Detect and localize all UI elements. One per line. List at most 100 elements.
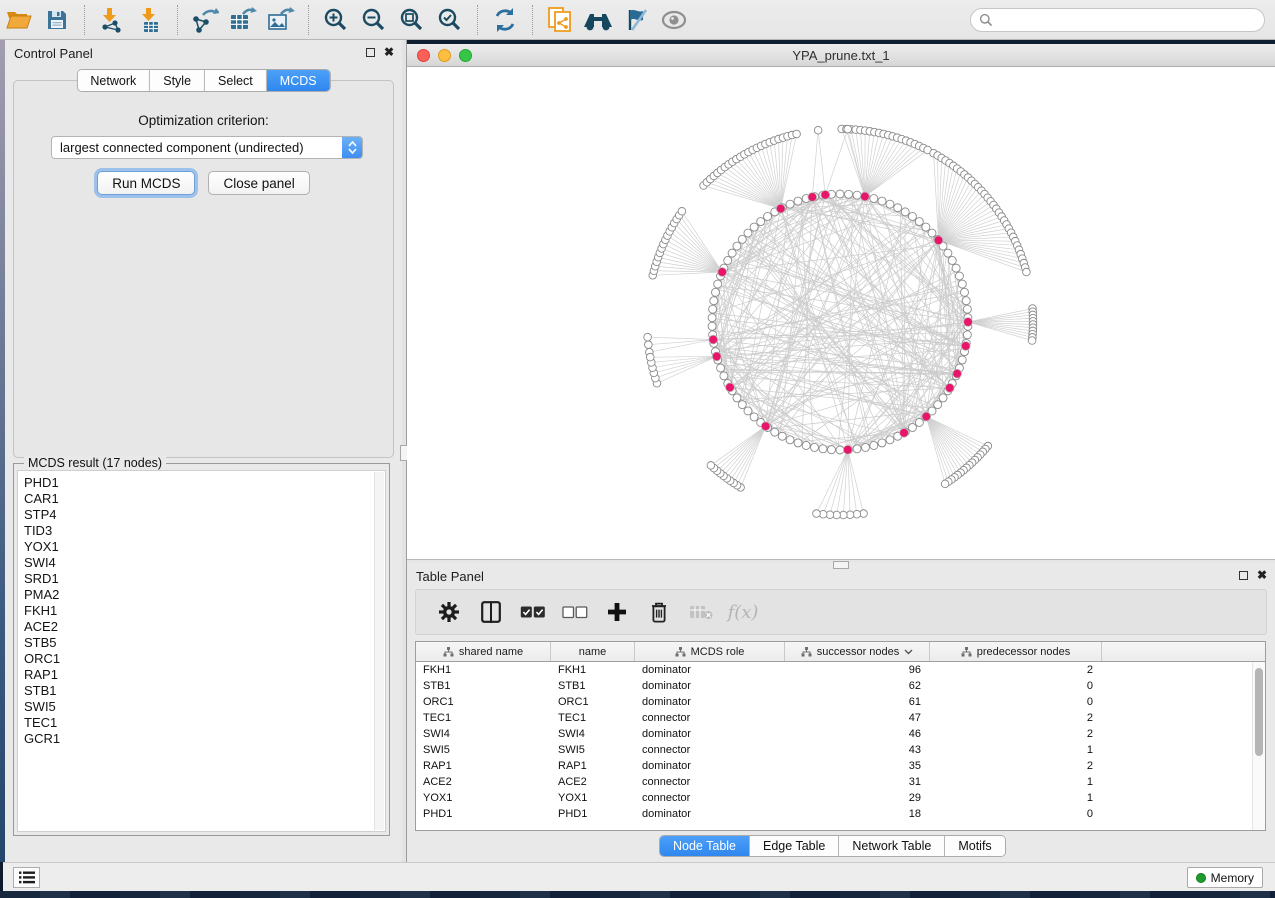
splitter-handle[interactable]	[833, 561, 849, 569]
network-leaf-node[interactable]	[678, 207, 686, 215]
network-node[interactable]	[757, 218, 765, 226]
network-hub-node[interactable]	[808, 193, 817, 202]
network-node[interactable]	[771, 428, 779, 436]
mcds-result-list[interactable]: PHD1CAR1STP4TID3YOX1SWI4SRD1PMA2FKH1ACE2…	[17, 470, 386, 832]
network-node[interactable]	[819, 445, 827, 453]
network-node[interactable]	[709, 305, 717, 313]
mcds-result-item[interactable]: STB1	[24, 683, 385, 699]
export-network-icon[interactable]	[190, 5, 220, 35]
mcds-result-item[interactable]: GCR1	[24, 731, 385, 747]
table-row[interactable]: SWI4SWI4dominator462	[416, 726, 1265, 742]
table-row[interactable]: ORC1ORC1dominator610	[416, 694, 1265, 710]
mcds-result-item[interactable]: PMA2	[24, 587, 385, 603]
network-node[interactable]	[714, 280, 722, 288]
network-node[interactable]	[744, 229, 752, 237]
add-column-icon[interactable]	[604, 599, 630, 625]
network-hub-node[interactable]	[709, 335, 718, 344]
refresh-icon[interactable]	[490, 5, 520, 35]
network-node[interactable]	[708, 314, 716, 322]
network-node[interactable]	[710, 297, 718, 305]
network-leaf-node[interactable]	[644, 333, 652, 341]
network-hub-node[interactable]	[726, 383, 735, 392]
network-node[interactable]	[811, 443, 819, 451]
network-leaf-node[interactable]	[793, 130, 801, 138]
close-panel-button[interactable]: Close panel	[208, 171, 309, 195]
mcds-result-item[interactable]: TEC1	[24, 715, 385, 731]
network-hub-node[interactable]	[961, 342, 970, 351]
network-node[interactable]	[878, 197, 886, 205]
network-leaf-node[interactable]	[814, 126, 822, 134]
save-icon[interactable]	[42, 5, 72, 35]
column-header-name[interactable]: name	[551, 642, 635, 661]
mcds-result-item[interactable]: YOX1	[24, 539, 385, 555]
zoom-selected-icon[interactable]	[435, 5, 465, 35]
network-node[interactable]	[958, 280, 966, 288]
network-leaf-node[interactable]	[844, 125, 852, 133]
table-row[interactable]: PHD1PHD1dominator180	[416, 806, 1265, 822]
search-box[interactable]	[970, 8, 1265, 32]
network-node[interactable]	[958, 356, 966, 364]
table-row[interactable]: RAP1RAP1dominator352	[416, 758, 1265, 774]
network-node[interactable]	[952, 264, 960, 272]
table-row[interactable]: SWI5SWI5connector431	[416, 742, 1265, 758]
network-hub-node[interactable]	[843, 445, 852, 454]
clear-table-icon[interactable]	[688, 599, 714, 625]
float-panel-icon[interactable]	[1239, 571, 1248, 580]
mcds-list-scrollbar[interactable]	[374, 472, 384, 830]
network-leaf-node[interactable]	[1023, 268, 1031, 276]
mcds-result-item[interactable]: STP4	[24, 507, 385, 523]
network-hub-node[interactable]	[922, 412, 931, 421]
network-hub-node[interactable]	[718, 268, 727, 277]
eye-icon[interactable]	[659, 5, 689, 35]
network-node[interactable]	[786, 436, 794, 444]
clone-network-icon[interactable]	[545, 5, 575, 35]
optimization-criterion-select[interactable]: largest connected component (undirected)	[51, 136, 363, 159]
tab-style[interactable]: Style	[149, 70, 204, 91]
network-leaf-node[interactable]	[813, 510, 821, 518]
network-node[interactable]	[711, 288, 719, 296]
mcds-result-item[interactable]: STB5	[24, 635, 385, 651]
column-header-predecessor-nodes[interactable]: predecessor nodes	[930, 642, 1102, 661]
network-node[interactable]	[861, 443, 869, 451]
table-scrollbar-thumb[interactable]	[1255, 668, 1263, 756]
table-row[interactable]: TEC1TEC1connector472	[416, 710, 1265, 726]
mcds-result-item[interactable]: ACE2	[24, 619, 385, 635]
mcds-result-item[interactable]: SWI4	[24, 555, 385, 571]
network-hub-node[interactable]	[945, 384, 954, 393]
network-leaf-node[interactable]	[707, 462, 715, 470]
network-node[interactable]	[724, 256, 732, 264]
network-node[interactable]	[915, 418, 923, 426]
network-hub-node[interactable]	[712, 352, 721, 361]
network-hub-node[interactable]	[761, 422, 770, 431]
tab-network-table[interactable]: Network Table	[838, 836, 944, 856]
network-node[interactable]	[870, 441, 878, 449]
network-node[interactable]	[908, 424, 916, 432]
mcds-result-item[interactable]: CAR1	[24, 491, 385, 507]
zoom-out-icon[interactable]	[359, 5, 389, 35]
mcds-result-item[interactable]: PHD1	[24, 475, 385, 491]
zoom-in-icon[interactable]	[321, 5, 351, 35]
network-node[interactable]	[717, 364, 725, 372]
network-node[interactable]	[963, 305, 971, 313]
network-node[interactable]	[894, 204, 902, 212]
network-node[interactable]	[934, 401, 942, 409]
network-node[interactable]	[915, 218, 923, 226]
close-panel-icon[interactable]: ✖	[384, 47, 394, 57]
table-scrollbar[interactable]	[1252, 662, 1265, 830]
network-node[interactable]	[908, 212, 916, 220]
network-node[interactable]	[827, 446, 835, 454]
network-leaf-node[interactable]	[645, 341, 653, 349]
table-row[interactable]: FKH1FKH1dominator962	[416, 662, 1265, 678]
network-node[interactable]	[794, 439, 802, 447]
node-table[interactable]: shared name name MCDS role successor nod…	[415, 641, 1266, 831]
mcds-result-item[interactable]: ORC1	[24, 651, 385, 667]
network-window-titlebar[interactable]: YPA_prune.txt_1	[407, 44, 1275, 67]
network-hub-node[interactable]	[900, 428, 909, 437]
network-node[interactable]	[744, 407, 752, 415]
mcds-result-item[interactable]: FKH1	[24, 603, 385, 619]
network-node[interactable]	[928, 229, 936, 237]
mcds-result-item[interactable]: SWI5	[24, 699, 385, 715]
network-node[interactable]	[853, 445, 861, 453]
network-node[interactable]	[948, 256, 956, 264]
network-hub-node[interactable]	[953, 369, 962, 378]
